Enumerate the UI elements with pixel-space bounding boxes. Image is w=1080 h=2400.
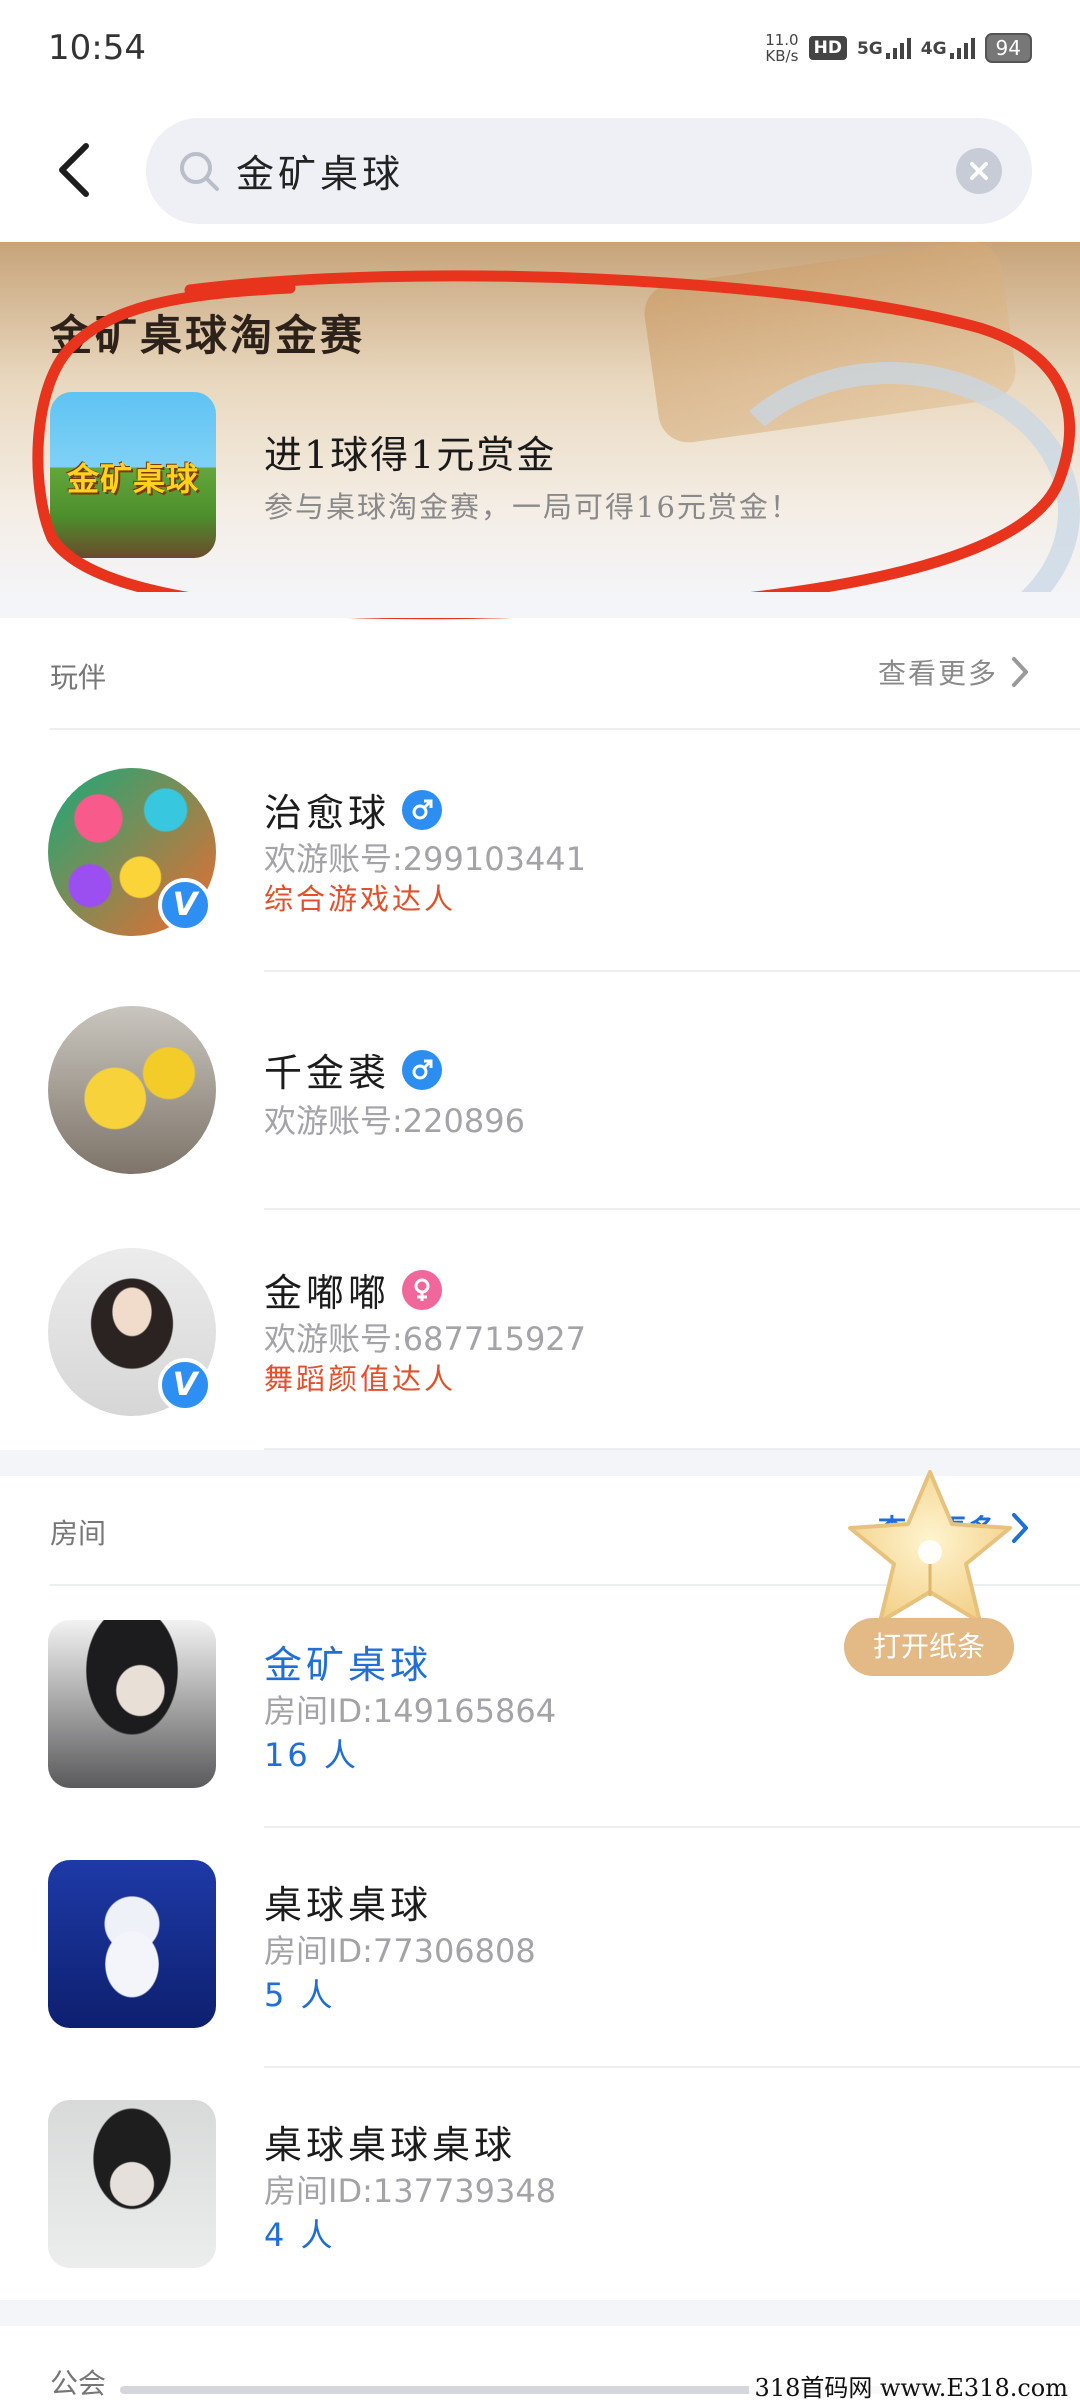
divider — [50, 728, 1080, 730]
companion-row[interactable]: V 治愈球 欢游账号:299103441 综合游戏达人 — [0, 768, 1080, 968]
divider — [264, 970, 1080, 972]
room-avatar[interactable] — [48, 1860, 216, 2028]
search-input[interactable] — [236, 140, 876, 200]
chevron-right-icon — [1012, 657, 1028, 687]
status-bar: 10:54 11.0 KB/s HD 5G 4G 94 — [0, 0, 1080, 100]
section-title-guild: 公会 — [50, 2367, 107, 2400]
room-id: 房间ID:149165864 — [264, 1692, 557, 1730]
clear-search-button[interactable] — [956, 148, 1002, 194]
male-gender-icon — [402, 789, 443, 830]
female-gender-icon — [402, 1269, 443, 1310]
companion-name: 千金裘 — [264, 1042, 443, 1097]
divider — [264, 1826, 1080, 1828]
status-icons: 11.0 KB/s HD 5G 4G 94 — [765, 26, 1032, 70]
annotation-circle — [32, 270, 1076, 620]
section-title-companions: 玩伴 — [50, 661, 107, 694]
room-id: 房间ID:77306808 — [264, 1932, 536, 1970]
verified-badge-icon: V — [158, 878, 212, 932]
room-avatar[interactable] — [48, 1620, 216, 1788]
chevron-left-icon — [59, 143, 89, 197]
signal-5g-icon: 5G — [857, 37, 911, 59]
search-icon — [180, 152, 219, 191]
companions-more-link[interactable]: 查看更多 — [878, 652, 1030, 692]
section-gap — [0, 592, 1080, 618]
room-row[interactable]: 桌球桌球 房间ID:77306808 5 人 — [0, 1860, 1080, 2030]
close-icon — [970, 162, 988, 180]
room-name: 桌球桌球 — [264, 1883, 433, 1927]
floating-note-button[interactable]: 打开纸条 — [842, 1466, 1018, 1682]
divider — [264, 1208, 1080, 1210]
watermark: 318首码网 www.E318.com — [748, 2368, 1074, 2400]
talent-tag: 舞蹈颜值达人 — [264, 1362, 457, 1396]
star-icon — [848, 1470, 1012, 1624]
room-member-count: 5 人 — [264, 1976, 336, 2014]
clock: 10:54 — [48, 28, 146, 68]
room-row[interactable]: 桌球桌球桌球 房间ID:137739348 4 人 — [0, 2100, 1080, 2270]
verified-badge-icon: V — [158, 1358, 212, 1412]
companion-row[interactable]: 千金裘 欢游账号:220896 — [0, 1006, 1080, 1206]
male-gender-icon — [402, 1049, 443, 1090]
room-id: 房间ID:137739348 — [264, 2172, 557, 2210]
room-name: 桌球桌球桌球 — [264, 2123, 517, 2167]
back-button[interactable] — [50, 140, 100, 200]
talent-tag: 综合游戏达人 — [264, 882, 457, 916]
room-name: 金矿桌球 — [264, 1643, 433, 1687]
avatar[interactable] — [48, 1006, 216, 1174]
account-id: 欢游账号:687715927 — [264, 1320, 587, 1358]
section-gap — [0, 2300, 1080, 2326]
account-id: 欢游账号:299103441 — [264, 840, 587, 878]
room-avatar[interactable] — [48, 2100, 216, 2268]
room-member-count: 16 人 — [264, 1736, 359, 1774]
signal-4g-icon: 4G — [921, 37, 975, 59]
room-member-count: 4 人 — [264, 2216, 336, 2254]
companion-name: 金嘟嘟 — [264, 1262, 443, 1317]
companion-name: 治愈球 — [264, 782, 443, 837]
divider — [264, 2066, 1080, 2068]
hd-icon: HD — [808, 36, 847, 60]
network-speed: 11.0 KB/s — [765, 31, 799, 65]
companion-row[interactable]: V 金嘟嘟 欢游账号:687715927 舞蹈颜值达人 — [0, 1248, 1080, 1448]
section-title-rooms: 房间 — [50, 1517, 107, 1550]
search-bar[interactable] — [146, 118, 1032, 224]
battery-icon: 94 — [984, 33, 1032, 63]
account-id: 欢游账号:220896 — [264, 1102, 525, 1140]
open-note-label: 打开纸条 — [844, 1618, 1014, 1676]
